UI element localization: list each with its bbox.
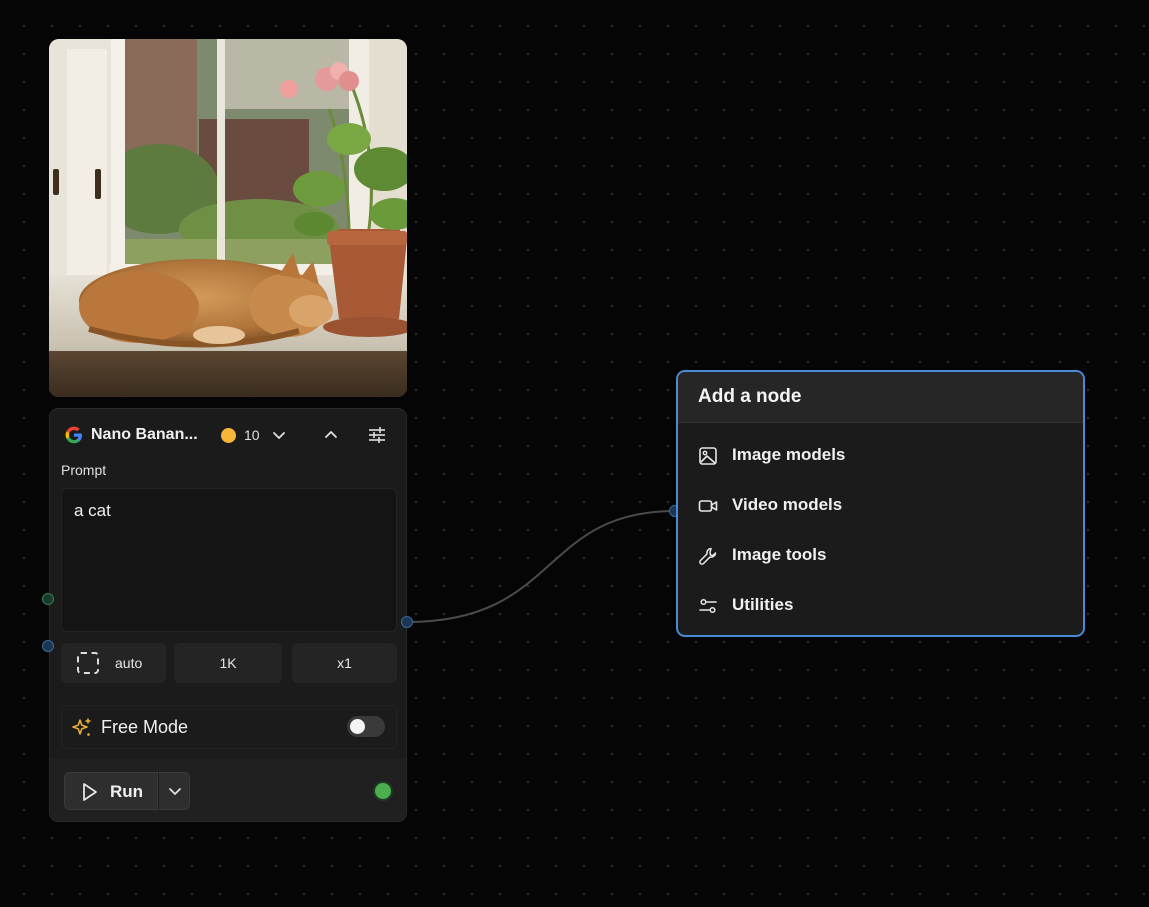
status-indicator (375, 783, 391, 799)
output-count-button[interactable]: x1 (292, 643, 397, 683)
settings-sliders-icon[interactable] (367, 425, 387, 445)
text-input-handle[interactable] (42, 593, 54, 605)
image-input-handle[interactable] (42, 640, 54, 652)
menu-item-label: Video models (732, 495, 843, 514)
add-node-menu: Add a node Image models Video models Ima… (676, 370, 1085, 637)
resolution-label: 1K (219, 655, 237, 671)
node-header: Nano Banan... 10 (50, 409, 406, 461)
run-label: Run (110, 782, 144, 801)
prompt-input[interactable]: a cat (61, 488, 397, 632)
cat-photo (49, 39, 407, 397)
aspect-ratio-icon (77, 652, 99, 674)
credit-coin-icon (221, 428, 236, 443)
google-logo-icon (65, 426, 82, 444)
run-options-dropdown[interactable] (158, 772, 190, 810)
menu-item-label: Image models (732, 445, 846, 464)
video-camera-icon (698, 500, 718, 512)
node-canvas[interactable]: Nano Banan... 10 Prompt a cat auto 1K x1… (0, 0, 1149, 907)
run-button[interactable]: Run (64, 772, 158, 810)
image-model-node[interactable]: Nano Banan... 10 Prompt a cat auto 1K x1… (49, 408, 407, 822)
aspect-ratio-button[interactable]: auto (61, 643, 166, 683)
image-icon (699, 447, 717, 465)
output-count-label: x1 (337, 655, 352, 671)
model-dropdown-chevron-icon[interactable] (269, 425, 289, 445)
run-bar: Run (50, 759, 406, 821)
toggle-knob (350, 719, 365, 734)
free-mode-label: Free Mode (101, 717, 189, 737)
resolution-button[interactable]: 1K (174, 643, 282, 683)
sliders-icon (699, 598, 717, 614)
collapse-chevron-up-icon[interactable] (321, 425, 341, 445)
add-node-title: Add a node (698, 386, 802, 407)
free-mode-toggle[interactable] (347, 716, 385, 737)
menu-item-utilities[interactable]: Utilities (678, 584, 1083, 628)
add-node-header: Add a node (678, 372, 1083, 423)
model-name[interactable]: Nano Banan... (91, 426, 198, 444)
output-handle[interactable] (401, 616, 413, 628)
menu-item-image-models[interactable]: Image models (678, 434, 1083, 478)
aspect-ratio-label: auto (115, 655, 143, 671)
chevron-down-icon (169, 788, 181, 795)
credit-count: 10 (244, 427, 260, 443)
menu-item-label: Image tools (732, 545, 827, 564)
free-mode-row: Free Mode (61, 705, 397, 749)
menu-item-video-models[interactable]: Video models (678, 484, 1083, 528)
prompt-label: Prompt (61, 462, 107, 478)
sparkle-icon (72, 718, 91, 736)
play-icon (83, 783, 97, 801)
menu-item-label: Utilities (732, 595, 794, 614)
menu-item-image-tools[interactable]: Image tools (678, 534, 1083, 578)
wrench-icon (699, 547, 717, 565)
generated-image-card[interactable] (49, 39, 407, 397)
